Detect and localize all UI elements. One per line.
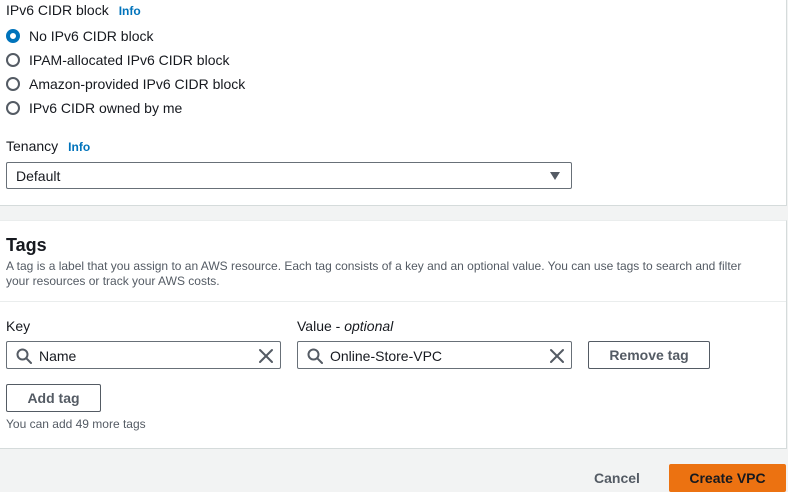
tag-value-optional: optional — [344, 318, 394, 334]
search-icon — [307, 348, 323, 364]
create-vpc-button[interactable]: Create VPC — [669, 464, 786, 492]
add-tag-button[interactable]: Add tag — [6, 384, 101, 412]
tenancy-select[interactable]: Default — [6, 162, 572, 189]
vpc-settings-panel: IPv6 CIDR block Info No IPv6 CIDR block I… — [0, 0, 787, 206]
ipv6-cidr-label: IPv6 CIDR block — [6, 2, 109, 18]
tags-panel: Tags A tag is a label that you assign to… — [0, 220, 787, 449]
radio-unchecked-icon[interactable] — [6, 101, 20, 115]
radio-checked-icon[interactable] — [6, 29, 20, 43]
remove-tag-button[interactable]: Remove tag — [588, 341, 710, 369]
tag-value-value: Online-Store-VPC — [330, 348, 443, 364]
ipv6-cidr-label-row: IPv6 CIDR block Info — [6, 2, 141, 18]
tag-key-value: Name — [39, 348, 77, 364]
radio-ipam-ipv6[interactable]: IPAM-allocated IPv6 CIDR block — [6, 51, 229, 69]
tag-key-input[interactable]: Name — [6, 341, 281, 369]
radio-unchecked-icon[interactable] — [6, 77, 20, 91]
search-icon — [16, 348, 32, 364]
tenancy-label-row: Tenancy Info — [6, 138, 90, 154]
radio-label: IPAM-allocated IPv6 CIDR block — [29, 52, 230, 68]
tag-value-input[interactable]: Online-Store-VPC — [297, 341, 572, 369]
tags-remaining-hint: You can add 49 more tags — [6, 417, 146, 431]
tag-value-label-row: Value - optional — [297, 318, 393, 334]
radio-label: No IPv6 CIDR block — [29, 28, 154, 44]
caret-down-icon — [550, 172, 560, 180]
radio-no-ipv6[interactable]: No IPv6 CIDR block — [6, 27, 153, 45]
clear-icon[interactable] — [549, 348, 565, 364]
radio-unchecked-icon[interactable] — [6, 53, 20, 67]
tags-description: A tag is a label that you assign to an A… — [6, 259, 742, 288]
tenancy-select-value: Default — [16, 168, 61, 184]
cancel-button[interactable]: Cancel — [594, 470, 640, 486]
radio-amazon-ipv6[interactable]: Amazon-provided IPv6 CIDR block — [6, 75, 245, 93]
tag-value-label: Value - — [297, 318, 345, 334]
radio-label: Amazon-provided IPv6 CIDR block — [29, 76, 246, 92]
tenancy-label: Tenancy — [6, 138, 59, 154]
tags-heading: Tags — [6, 235, 47, 255]
radio-label: IPv6 CIDR owned by me — [29, 100, 183, 116]
ipv6-info-link[interactable]: Info — [119, 4, 141, 18]
tenancy-info-link[interactable]: Info — [68, 140, 90, 154]
tag-key-label: Key — [6, 318, 31, 334]
radio-owned-ipv6[interactable]: IPv6 CIDR owned by me — [6, 99, 182, 117]
divider — [0, 301, 786, 302]
clear-icon[interactable] — [258, 348, 274, 364]
